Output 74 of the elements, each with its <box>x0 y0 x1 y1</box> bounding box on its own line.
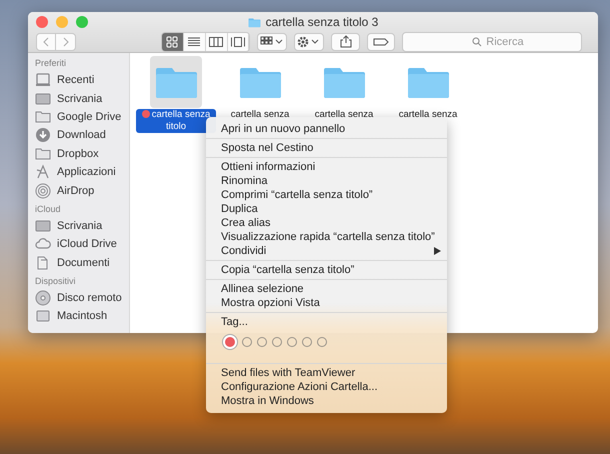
back-button[interactable] <box>36 32 56 51</box>
sidebar-item[interactable]: Documenti <box>35 254 129 272</box>
airdrop-icon <box>35 182 51 199</box>
menu-item[interactable]: Rinomina <box>206 174 447 188</box>
sidebar-item[interactable]: iCloud Drive <box>35 235 129 254</box>
minimize-button[interactable] <box>56 16 68 28</box>
menu-item[interactable]: Tag... <box>206 315 447 329</box>
sidebar-section-title: Dispositivi <box>35 276 77 286</box>
menu-item[interactable]: Condividi <box>206 244 447 258</box>
sidebar-item[interactable]: Scrivania <box>35 216 129 236</box>
menu-item[interactable]: Allinea selezione <box>206 282 447 296</box>
chevron-right-icon <box>62 36 70 47</box>
sidebar-section-title: iCloud <box>35 204 62 214</box>
share-button[interactable] <box>331 32 360 51</box>
apps-icon <box>35 164 51 180</box>
folder-icon <box>35 108 51 125</box>
tag-color-option[interactable] <box>272 337 282 347</box>
view-mode-button[interactable] <box>206 32 228 51</box>
folder-icon <box>248 16 261 28</box>
tag-button[interactable] <box>366 32 395 51</box>
tag-icon <box>372 36 389 47</box>
view-mode-button[interactable] <box>162 32 184 51</box>
menu-item[interactable]: Configurazione Azioni Cartella... <box>206 380 447 394</box>
desktop-icon <box>35 218 51 234</box>
menu-item[interactable]: Mostra opzioni Vista <box>206 296 447 310</box>
close-button[interactable] <box>36 16 48 28</box>
tag-color-option[interactable] <box>317 337 327 347</box>
sidebar-item[interactable]: Applicazioni <box>35 162 129 182</box>
sidebar-item[interactable]: Recenti <box>35 71 129 90</box>
folder-name: cartella senza <box>230 109 290 121</box>
sidebar-item[interactable]: Macintosh <box>35 307 129 326</box>
search-icon <box>472 36 482 47</box>
window-title: cartella senza titolo 3 <box>266 15 378 29</box>
sidebar-section-title: Preferiti <box>35 58 68 68</box>
sidebar-item[interactable]: Dropbox <box>35 144 129 163</box>
disc-icon <box>35 290 51 306</box>
settings-button[interactable] <box>294 32 324 51</box>
icons-view-icon <box>164 34 180 50</box>
menu-item[interactable]: Mostra in Windows <box>206 394 447 408</box>
folder-name: cartella senza <box>314 109 374 121</box>
menu-item[interactable]: Crea alias <box>206 216 447 230</box>
zoom-button[interactable] <box>76 16 88 28</box>
menu-item[interactable]: Duplica <box>206 202 447 216</box>
chevron-left-icon <box>42 36 50 47</box>
share-icon <box>340 35 352 48</box>
arrange-button[interactable] <box>257 32 288 51</box>
gear-icon <box>297 36 322 48</box>
desktop-icon <box>35 90 51 107</box>
sidebar-item[interactable]: Download <box>35 126 129 145</box>
folder-name: cartella senza <box>398 109 458 121</box>
search-field[interactable]: Ricerca <box>402 32 582 52</box>
menu-item[interactable]: Visualizzazione rapida “cartella senza titolo” <box>206 230 447 244</box>
sidebar-item[interactable]: Disco remoto <box>35 288 129 308</box>
folder-icon <box>35 146 51 162</box>
forward-button[interactable] <box>56 32 76 51</box>
menu-item[interactable]: Sposta nel Cestino <box>206 141 447 155</box>
menu-item[interactable]: Comprimi “cartella senza titolo” <box>206 188 447 202</box>
menu-item[interactable]: Apri in un nuovo pannello <box>206 122 447 136</box>
folder-name: cartella senza titolo <box>136 109 216 133</box>
menu-item[interactable]: Ottieni informazioni <box>206 160 447 174</box>
view-mode-button[interactable] <box>228 32 250 51</box>
recents-icon <box>35 72 51 88</box>
sidebar-item[interactable]: Scrivania <box>35 89 129 108</box>
view-mode-button[interactable] <box>184 32 206 51</box>
menu-item[interactable]: Copia “cartella senza titolo” <box>206 263 447 277</box>
tag-color-option[interactable] <box>287 337 297 347</box>
tag-color-option[interactable] <box>257 337 267 347</box>
tag-color-option[interactable] <box>242 337 252 347</box>
sidebar-item[interactable]: Google Drive <box>35 108 129 126</box>
sidebar-item[interactable]: AirDrop <box>35 181 129 200</box>
folder-item[interactable] <box>150 56 202 108</box>
tag-color-option[interactable] <box>302 337 312 347</box>
menu-item[interactable]: Send files with TeamViewer <box>206 366 447 380</box>
download-icon <box>35 127 51 144</box>
